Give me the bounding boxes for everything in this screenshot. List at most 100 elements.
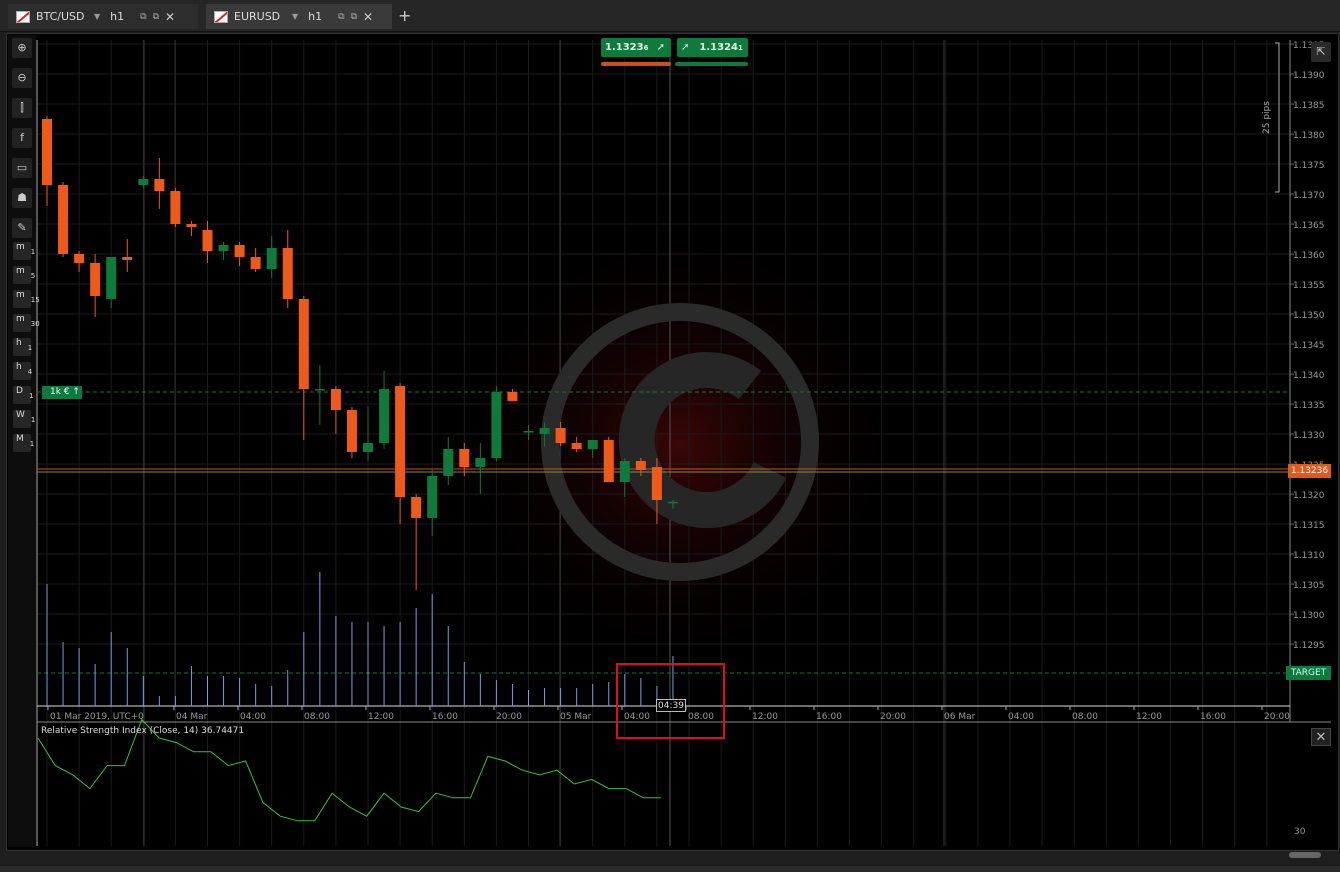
buy-price: 1.1324	[699, 42, 738, 53]
candlestick-icon[interactable]: ⫿	[12, 98, 32, 118]
price-axis-label: 1.1360	[1293, 251, 1325, 261]
chart-toolbar: ⊕ ⊖ ⫿ f ▭ ☗ ✎ m 1 m 5 m 15 m 30 h 1 h 4 D 1 W 1 M 1	[8, 35, 40, 847]
zoom-in-icon[interactable]: ⊕	[12, 38, 32, 58]
candle-body	[427, 476, 438, 518]
price-axis-label: 1.1330	[1293, 431, 1325, 441]
price-axis-label: 1.1350	[1293, 311, 1325, 321]
timeframe-button-M1[interactable]: M1	[13, 434, 34, 452]
price-axis-label: 1.1345	[1293, 341, 1325, 351]
zoom-out-icon[interactable]: ⊖	[12, 68, 32, 88]
price-axis-label: 1.1390	[1293, 71, 1325, 81]
candle-body	[507, 392, 518, 401]
candle-body	[74, 254, 85, 263]
candle-body	[619, 461, 630, 482]
timeframe-button-m30[interactable]: m 30	[13, 314, 40, 332]
candle-body	[635, 461, 646, 470]
candle-body	[138, 179, 149, 185]
time-axis-label: 16:00	[1200, 712, 1226, 722]
candle-body	[491, 392, 502, 458]
candle-body	[186, 224, 197, 227]
time-axis-label: 08:00	[1072, 712, 1098, 722]
time-axis-label: 04:00	[1008, 712, 1034, 722]
time-axis-label: 12:00	[752, 712, 778, 722]
candle-body	[58, 185, 69, 254]
time-axis-label: 01 Mar 2019, UTC+0	[50, 712, 144, 722]
candle-body	[42, 119, 52, 185]
facebook-icon[interactable]: f	[12, 128, 32, 148]
price-axis-label: 1.1295	[1293, 641, 1325, 651]
close-indicator-button[interactable]: ✕	[1311, 728, 1331, 746]
candle-body	[202, 230, 213, 251]
price-axis-label: 1.1340	[1293, 371, 1325, 381]
timeframe-button-h4[interactable]: h4	[13, 362, 32, 380]
settings-icon[interactable]: ✎	[12, 218, 32, 238]
arrow-up-right-icon: ➚	[681, 42, 690, 53]
timeframe-button-D1[interactable]: D1	[13, 386, 33, 404]
price-axis-label: 1.1385	[1293, 101, 1325, 111]
time-axis-label: 12:00	[1136, 712, 1162, 722]
candle-body	[395, 386, 406, 497]
price-axis-label: 1.1365	[1293, 221, 1325, 231]
sell-sentiment-bar	[601, 62, 671, 66]
candle-body	[154, 179, 165, 191]
timeframe-button-W1[interactable]: W1	[13, 410, 35, 428]
price-axis-label: 1.1305	[1293, 581, 1325, 591]
time-axis-label: 20:00	[880, 712, 906, 722]
timeframe-button-m5[interactable]: m5	[13, 266, 35, 284]
candle-body	[443, 449, 454, 476]
candle-body	[523, 431, 534, 433]
candle-body	[250, 257, 261, 269]
time-axis-label: 16:00	[432, 712, 458, 722]
rsi-level-label: 30	[1294, 827, 1306, 837]
horizontal-scrollbar[interactable]	[1289, 852, 1321, 858]
candle-body	[667, 501, 678, 504]
time-axis-label: 16:00	[816, 712, 842, 722]
time-axis-label: 08:00	[688, 712, 714, 722]
price-axis-label: 1.1370	[1293, 191, 1325, 201]
timeframe-button-h1[interactable]: h1	[13, 338, 32, 356]
bottom-bar	[0, 866, 1340, 872]
candle-body	[459, 449, 470, 467]
robot-icon[interactable]: ☗	[12, 188, 32, 208]
time-axis-label: 04 Mar	[176, 712, 208, 722]
time-axis-label: 06 Mar	[944, 712, 976, 722]
candle-body	[122, 257, 133, 260]
candle-body	[218, 245, 229, 251]
price-axis-label: 1.1355	[1293, 281, 1325, 291]
candle-body	[379, 389, 390, 443]
popout-chart-button[interactable]: ⇱	[1311, 42, 1331, 62]
timeframe-button-m15[interactable]: m 15	[13, 290, 40, 308]
candle-body	[282, 248, 293, 299]
time-axis-label: 05 Mar	[560, 712, 592, 722]
time-axis-label: 20:00	[496, 712, 522, 722]
pips-ruler	[1275, 42, 1280, 193]
rsi-label: Relative Strength Index (Close, 14) 36.7…	[41, 726, 245, 736]
sell-price-pipette: 6	[643, 44, 649, 52]
sell-price: 1.1323	[605, 42, 644, 53]
price-axis-label: 1.1315	[1293, 521, 1325, 531]
candle-body	[346, 410, 357, 452]
candle-body	[170, 191, 181, 224]
price-axis-label: 1.1335	[1293, 401, 1325, 411]
candle-body	[314, 389, 325, 391]
chat-icon[interactable]: ▭	[12, 158, 32, 178]
time-cursor-label: 04:39	[656, 699, 686, 712]
candle-body	[234, 245, 245, 257]
pips-ruler-label: 25 pips	[1262, 101, 1272, 134]
candle-body	[603, 440, 614, 482]
time-axis-label: 20:00	[1264, 712, 1290, 722]
price-axis-label: 1.1375	[1293, 161, 1325, 171]
timeframe-button-m1[interactable]: m1	[13, 242, 35, 260]
price-chart[interactable]: 1.13951.13901.13851.13801.13751.13701.13…	[0, 0, 1340, 872]
sell-quote-button[interactable]: 1.13236 ➚	[601, 38, 671, 57]
position-tag[interactable]: 1k € ↑	[42, 386, 82, 399]
buy-quote-button[interactable]: ➚ 1.13241	[677, 38, 748, 57]
candle-body	[411, 497, 422, 518]
candle-body	[539, 428, 550, 434]
target-tag[interactable]: TARGET	[1286, 666, 1331, 680]
arrow-up-right-icon: ➚	[656, 42, 665, 53]
time-axis-label: 12:00	[368, 712, 394, 722]
candle-body	[475, 458, 486, 467]
buy-sentiment-bar	[675, 62, 748, 66]
current-price-tag: 1.13236	[1288, 464, 1331, 478]
